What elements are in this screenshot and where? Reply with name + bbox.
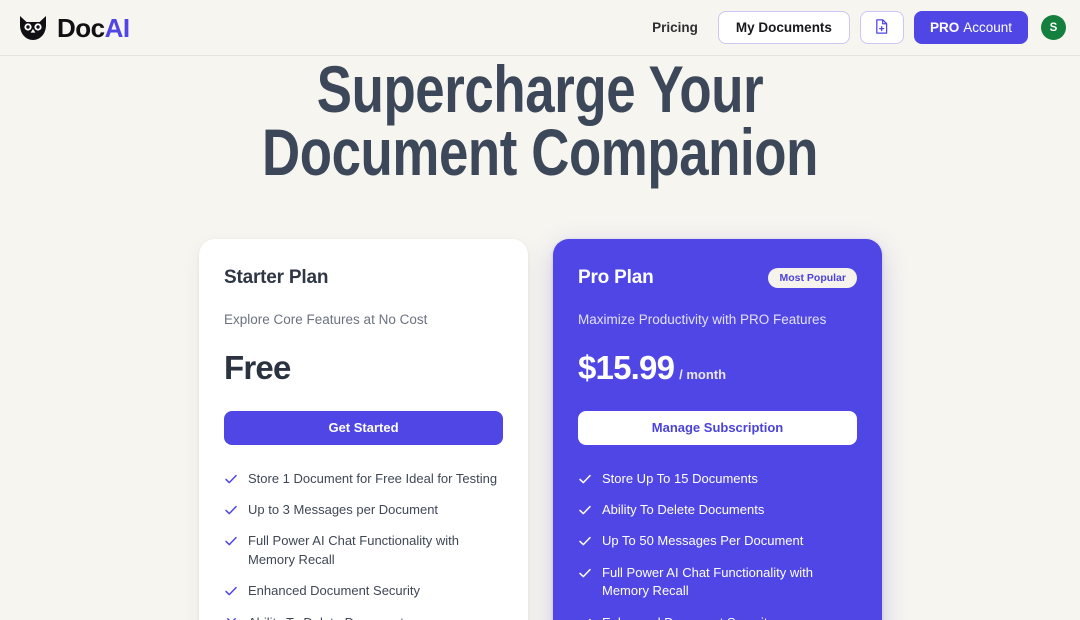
brand-logo[interactable]: DocAI <box>18 15 130 41</box>
plan-subtitle-pro: Maximize Productivity with PRO Features <box>578 312 827 327</box>
brand-name: DocAI <box>57 15 130 41</box>
plan-header-pro: Pro Plan Most Popular <box>578 265 857 291</box>
feature-item: Enhanced Document Security <box>224 582 503 600</box>
feature-label: Ability To Delete Documents <box>602 502 765 517</box>
cross-icon <box>224 615 238 620</box>
header-actions: Pricing My Documents PRO Account S <box>642 11 1066 44</box>
plan-card-starter: Starter Plan Explore Core Features at No… <box>199 239 528 620</box>
plan-header-starter: Starter Plan <box>224 265 503 291</box>
hero-section: Supercharge Your Document Companion <box>0 52 1080 190</box>
feature-label: Enhanced Document Security <box>248 583 420 599</box>
feature-item: Up to 3 Messages per Document <box>224 501 503 519</box>
get-started-button[interactable]: Get Started <box>224 410 503 445</box>
brand-name-primary: Doc <box>57 12 105 43</box>
manage-subscription-button[interactable]: Manage Subscription <box>578 410 857 445</box>
plan-title-pro: Pro Plan <box>578 267 654 288</box>
plan-subtitle-starter: Explore Core Features at No Cost <box>224 312 428 327</box>
feature-label: Up to 3 Messages per Document <box>248 502 439 517</box>
check-icon <box>224 583 238 599</box>
pricing-link[interactable]: Pricing <box>642 14 708 41</box>
check-icon <box>578 565 592 581</box>
page-title: Supercharge Your Document Companion <box>262 52 818 190</box>
feature-item: Ability To Delete Documents <box>578 501 857 519</box>
check-icon <box>578 502 592 518</box>
plan-price-row-pro: $15.99 / month <box>578 349 857 387</box>
check-icon <box>224 533 238 549</box>
document-plus-icon <box>873 18 890 38</box>
owl-icon <box>18 15 48 41</box>
most-popular-badge: Most Popular <box>768 268 857 288</box>
my-documents-button[interactable]: My Documents <box>717 11 850 44</box>
check-icon <box>578 533 592 549</box>
pro-account-button[interactable]: PRO Account <box>913 11 1028 44</box>
plan-title-starter: Starter Plan <box>224 267 329 288</box>
plan-card-pro: Pro Plan Most Popular Maximize Productiv… <box>553 239 882 620</box>
feature-item: Ability To Delete Documents <box>224 614 503 620</box>
site-header: DocAI Pricing My Documents PRO Account S <box>0 0 1080 56</box>
feature-list-pro: Store Up To 15 Documents Ability To Dele… <box>578 470 857 620</box>
feature-item: Full Power AI Chat Functionality with Me… <box>224 532 503 569</box>
feature-item: Store 1 Document for Free Ideal for Test… <box>224 470 503 488</box>
feature-item: Enhanced Document Security <box>578 614 857 620</box>
pro-account-prefix: PRO <box>929 20 960 35</box>
brand-name-accent: AI <box>104 12 131 43</box>
feature-item: Store Up To 15 Documents <box>578 470 857 488</box>
pricing-cards: Starter Plan Explore Core Features at No… <box>199 239 882 620</box>
feature-label: Up To 50 Messages Per Document <box>602 533 804 549</box>
feature-label: Ability To Delete Documents <box>248 614 410 620</box>
feature-list-starter: Store 1 Document for Free Ideal for Test… <box>224 470 503 620</box>
new-document-button[interactable] <box>859 11 904 44</box>
feature-label: Store 1 Document for Free Ideal for Test… <box>248 470 498 486</box>
plan-price-row-starter: Free <box>224 349 503 387</box>
check-icon <box>578 471 592 487</box>
plan-price-pro: $15.99 <box>578 348 675 386</box>
check-icon <box>224 502 238 518</box>
feature-label: Full Power AI Chat Functionality with Me… <box>248 533 459 567</box>
plan-price-starter: Free <box>224 348 291 386</box>
feature-item: Full Power AI Chat Functionality with Me… <box>578 564 857 601</box>
plan-price-period-pro: / month <box>679 366 727 382</box>
check-icon <box>578 615 592 620</box>
pro-account-suffix: Account <box>963 20 1012 35</box>
feature-label: Full Power AI Chat Functionality with Me… <box>602 564 813 599</box>
check-icon <box>224 471 238 487</box>
avatar[interactable]: S <box>1041 15 1066 40</box>
feature-item: Up To 50 Messages Per Document <box>578 532 857 550</box>
feature-label: Store Up To 15 Documents <box>602 470 758 486</box>
feature-label: Enhanced Document Security <box>602 614 774 620</box>
